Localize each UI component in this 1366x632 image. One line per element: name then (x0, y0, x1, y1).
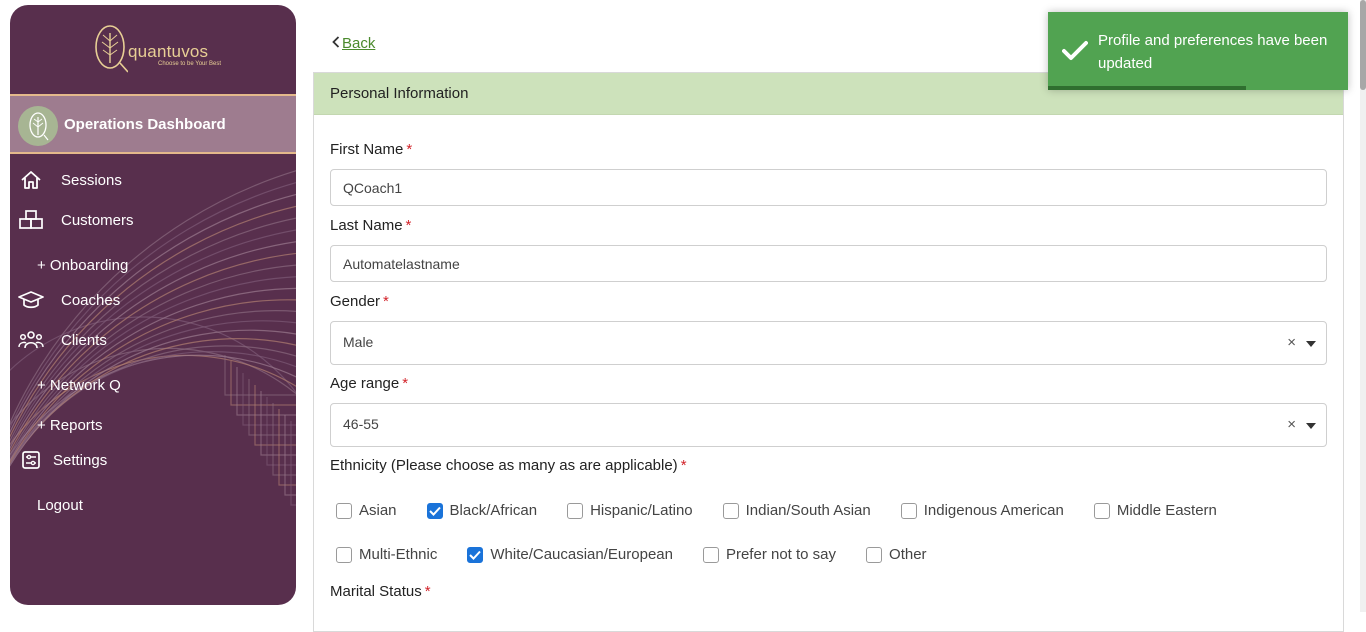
label-text: Marital Status (330, 583, 422, 600)
checkbox-label: Black/African (449, 502, 538, 519)
required-mark: * (405, 217, 412, 234)
operations-dashboard-link[interactable]: Operations Dashboard (10, 96, 296, 154)
home-icon (18, 169, 44, 191)
back-label: Back (342, 35, 376, 52)
ethnicity-option[interactable]: Middle Eastern (1093, 502, 1217, 519)
first-name-label: First Name * (330, 141, 412, 158)
checkmark-icon (1062, 41, 1088, 60)
label-text: Age range (330, 375, 400, 392)
ethnicity-option[interactable]: Other (866, 546, 927, 563)
first-name-input[interactable] (330, 169, 1327, 206)
ethnicity-option[interactable]: Asian (336, 502, 397, 519)
ethnicity-options-row-2: Multi-Ethnic White/Caucasian/European Pr… (336, 546, 957, 563)
toast-progress-bar (1048, 86, 1246, 90)
checkbox[interactable] (702, 546, 719, 563)
sidebar: quantuvos Choose to be Your Best Operati… (10, 5, 296, 605)
required-mark: * (424, 583, 431, 600)
checkbox[interactable] (900, 502, 917, 519)
scrollbar-thumb[interactable] (1360, 0, 1366, 90)
label-text: Last Name (330, 217, 403, 234)
sidebar-item-network-q[interactable]: + Network Q (37, 372, 121, 398)
back-link[interactable]: Back (332, 35, 375, 52)
checkbox-label: Indigenous American (923, 502, 1064, 519)
chevron-left-icon (332, 35, 340, 52)
users-icon (18, 329, 44, 351)
sidebar-item-sessions[interactable]: Sessions (10, 165, 122, 195)
graduation-cap-icon (18, 289, 44, 311)
checkbox[interactable] (1093, 502, 1110, 519)
checkbox-label: Asian (359, 502, 397, 519)
sidebar-item-label: Customers (61, 211, 134, 229)
settings-panel-icon (18, 449, 44, 471)
sidebar-item-coaches[interactable]: Coaches (10, 285, 120, 315)
tree-logo-icon (29, 112, 49, 141)
required-mark: * (680, 457, 687, 474)
checkbox[interactable] (567, 502, 584, 519)
checkbox[interactable] (336, 502, 352, 519)
brand-name: quantuvos (128, 42, 209, 61)
last-name-input[interactable] (330, 245, 1327, 282)
label-text: First Name (330, 141, 404, 158)
sidebar-item-clients[interactable]: Clients (10, 325, 107, 355)
sidebar-item-onboarding[interactable]: + Onboarding (37, 252, 128, 278)
clear-icon[interactable]: × (1287, 416, 1296, 433)
ethnicity-option[interactable]: Multi-Ethnic (336, 546, 437, 563)
checkbox[interactable] (866, 546, 883, 563)
sidebar-item-reports[interactable]: + Reports (37, 412, 102, 438)
ethnicity-option[interactable]: Indigenous American (900, 502, 1064, 519)
brand-tagline: Choose to be Your Best (158, 61, 222, 67)
boxes-icon (18, 209, 44, 231)
ethnicity-option[interactable]: Indian/South Asian (722, 502, 871, 519)
label-text: Ethnicity (Please choose as many as are … (330, 457, 678, 474)
caret-down-icon[interactable] (1306, 423, 1316, 429)
clear-icon[interactable]: × (1287, 334, 1296, 351)
caret-down-icon[interactable] (1306, 341, 1316, 347)
dashboard-title: Operations Dashboard (64, 116, 226, 133)
ethnicity-label: Ethnicity (Please choose as many as are … (330, 457, 687, 474)
tree-logo-icon (95, 25, 128, 73)
age-range-label: Age range * (330, 375, 408, 392)
checkbox[interactable] (722, 502, 739, 519)
checkbox[interactable] (426, 502, 443, 519)
sidebar-item-label: Clients (61, 331, 107, 349)
sidebar-item-label: Sessions (61, 171, 122, 189)
gender-label: Gender * (330, 293, 389, 310)
sidebar-item-label: Settings (53, 451, 108, 469)
gender-value: Male (343, 334, 374, 350)
ethnicity-option[interactable]: Black/African (426, 502, 538, 519)
required-mark: * (406, 141, 413, 158)
age-range-value: 46-55 (343, 416, 379, 432)
label-text: Gender (330, 293, 381, 310)
personal-information-card: Personal Information First Name* Last Na… (313, 72, 1344, 632)
marital-status-label: Marital Status * (330, 583, 431, 600)
checkbox-label: Multi-Ethnic (359, 546, 438, 563)
checkbox[interactable] (467, 546, 484, 563)
ethnicity-option[interactable]: Hispanic/Latino (567, 502, 693, 519)
checkbox-label: Other (889, 546, 927, 563)
gender-select[interactable]: Male × (330, 321, 1327, 365)
checkbox-label: White/Caucasian/European (490, 546, 673, 563)
checkbox-label: Prefer not to say (725, 546, 837, 563)
checkbox-label: Hispanic/Latino (590, 502, 693, 519)
sidebar-item-logout[interactable]: Logout (37, 492, 83, 518)
toast-message: Profile and preferences have been update… (1098, 32, 1328, 72)
sidebar-item-customers[interactable]: Customers (10, 205, 134, 235)
sidebar-item-label: Coaches (61, 291, 121, 309)
last-name-label: Last Name * (330, 217, 411, 234)
required-mark: * (402, 375, 409, 392)
ethnicity-options-row-1: Asian Black/African Hispanic/Latino Indi… (336, 502, 1247, 519)
logo[interactable]: quantuvos Choose to be Your Best (10, 5, 296, 94)
success-toast[interactable]: Profile and preferences have been update… (1048, 12, 1348, 90)
required-mark: * (383, 293, 389, 310)
checkbox-label: Middle Eastern (1116, 502, 1217, 519)
page-scrollbar[interactable] (1360, 0, 1366, 612)
checkbox-label: Indian/South Asian (745, 502, 871, 519)
sidebar-item-settings[interactable]: Settings (10, 445, 107, 475)
ethnicity-option[interactable]: White/Caucasian/European (467, 546, 673, 563)
age-range-select[interactable]: 46-55 × (330, 403, 1327, 447)
dashboard-avatar (18, 106, 58, 146)
ethnicity-option[interactable]: Prefer not to say (702, 546, 837, 563)
checkbox[interactable] (336, 546, 352, 563)
